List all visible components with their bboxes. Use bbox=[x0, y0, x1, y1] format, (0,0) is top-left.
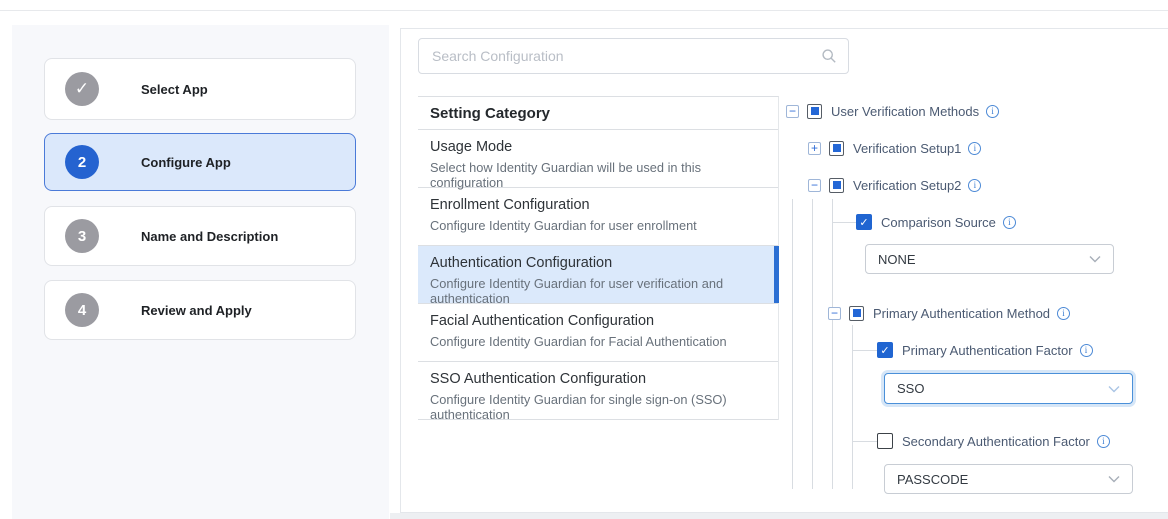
tree-node-label: Secondary Authentication Factor bbox=[902, 434, 1090, 449]
tree-node-label: Comparison Source bbox=[881, 215, 996, 230]
setting-item-authentication[interactable]: Authentication Configuration Configure I… bbox=[418, 246, 778, 304]
tree-node-verification-setup1: + Verification Setup1 i bbox=[808, 139, 981, 157]
setting-item-facial-authentication[interactable]: Facial Authentication Configuration Conf… bbox=[418, 304, 778, 362]
tree-guide-line bbox=[792, 199, 793, 489]
collapse-toggle-icon[interactable]: − bbox=[808, 179, 821, 192]
setting-category-list: Setting Category Usage Mode Select how I… bbox=[418, 96, 779, 420]
collapse-toggle-icon[interactable]: − bbox=[786, 105, 799, 118]
configuration-wizard: ✓ Select App 2 Configure App 3 Name and … bbox=[0, 0, 1168, 519]
verification-methods-tree: − User Verification Methods i + Verifica… bbox=[786, 29, 1168, 514]
setting-title: Authentication Configuration bbox=[430, 255, 764, 271]
info-icon[interactable]: i bbox=[968, 179, 981, 192]
info-icon[interactable]: i bbox=[1003, 216, 1016, 229]
stepper-panel: ✓ Select App 2 Configure App 3 Name and … bbox=[12, 25, 389, 519]
tree-node-comparison-source: ✓ Comparison Source i bbox=[856, 213, 1016, 231]
top-divider bbox=[0, 10, 1168, 11]
tree-guide-line bbox=[832, 199, 833, 489]
tree-node-primary-authentication-factor: ✓ Primary Authentication Factor i bbox=[877, 341, 1093, 359]
checked-checkbox[interactable]: ✓ bbox=[877, 342, 893, 358]
step-configure-app[interactable]: 2 Configure App bbox=[44, 133, 356, 191]
step-select-app[interactable]: ✓ Select App bbox=[44, 58, 356, 120]
indeterminate-checkbox[interactable] bbox=[807, 104, 822, 119]
indeterminate-checkbox[interactable] bbox=[829, 141, 844, 156]
setting-description: Configure Identity Guardian for user ver… bbox=[430, 276, 764, 306]
setting-item-usage-mode[interactable]: Usage Mode Select how Identity Guardian … bbox=[418, 130, 778, 188]
step-review-apply[interactable]: 4 Review and Apply bbox=[44, 280, 356, 340]
indeterminate-checkbox[interactable] bbox=[829, 178, 844, 193]
tree-node-label: Verification Setup1 bbox=[853, 141, 961, 156]
setting-description: Configure Identity Guardian for user enr… bbox=[430, 218, 764, 233]
tree-node-label: User Verification Methods bbox=[831, 104, 979, 119]
tree-node-user-verification-methods: − User Verification Methods i bbox=[786, 102, 999, 120]
indeterminate-checkbox[interactable] bbox=[849, 306, 864, 321]
tree-branch-line bbox=[852, 441, 877, 442]
tree-node-secondary-authentication-factor: Secondary Authentication Factor i bbox=[877, 432, 1110, 450]
setting-title: Enrollment Configuration bbox=[430, 197, 764, 213]
step-completed-circle: ✓ bbox=[65, 72, 99, 106]
step-name-description[interactable]: 3 Name and Description bbox=[44, 206, 356, 266]
step-label: Name and Description bbox=[141, 229, 278, 244]
unchecked-checkbox[interactable] bbox=[877, 433, 893, 449]
setting-title: Facial Authentication Configuration bbox=[430, 313, 764, 329]
step-label: Configure App bbox=[141, 155, 231, 170]
step-label: Select App bbox=[141, 82, 208, 97]
search-input[interactable] bbox=[418, 38, 849, 74]
setting-description: Configure Identity Guardian for single s… bbox=[430, 392, 764, 422]
selected-indicator-bar bbox=[774, 246, 779, 303]
dropdown-value: PASSCODE bbox=[897, 472, 1108, 487]
tree-node-label: Primary Authentication Method bbox=[873, 306, 1050, 321]
tree-guide-line bbox=[812, 199, 813, 489]
comparison-source-dropdown[interactable]: NONE bbox=[865, 244, 1114, 274]
tree-branch-line bbox=[832, 222, 856, 223]
setting-item-enrollment[interactable]: Enrollment Configuration Configure Ident… bbox=[418, 188, 778, 246]
setting-category-header: Setting Category bbox=[418, 97, 778, 130]
search-field-wrap bbox=[418, 38, 849, 74]
check-icon: ✓ bbox=[75, 79, 89, 99]
configuration-panel: Setting Category Usage Mode Select how I… bbox=[400, 28, 1168, 513]
chevron-down-icon bbox=[1108, 385, 1120, 393]
tree-node-verification-setup2: − Verification Setup2 i bbox=[808, 176, 981, 194]
setting-item-sso-authentication[interactable]: SSO Authentication Configuration Configu… bbox=[418, 362, 778, 420]
info-icon[interactable]: i bbox=[1057, 307, 1070, 320]
expand-toggle-icon[interactable]: + bbox=[808, 142, 821, 155]
primary-authentication-factor-dropdown[interactable]: SSO bbox=[884, 373, 1133, 404]
setting-title: Usage Mode bbox=[430, 139, 764, 155]
info-icon[interactable]: i bbox=[1080, 344, 1093, 357]
info-icon[interactable]: i bbox=[968, 142, 981, 155]
checked-checkbox[interactable]: ✓ bbox=[856, 214, 872, 230]
step-label: Review and Apply bbox=[141, 303, 252, 318]
step-number-circle: 2 bbox=[65, 145, 99, 179]
bottom-strip bbox=[390, 513, 1168, 519]
secondary-authentication-factor-dropdown[interactable]: PASSCODE bbox=[884, 464, 1133, 494]
collapse-toggle-icon[interactable]: − bbox=[828, 307, 841, 320]
tree-node-label: Verification Setup2 bbox=[853, 178, 961, 193]
tree-node-label: Primary Authentication Factor bbox=[902, 343, 1073, 358]
dropdown-value: NONE bbox=[878, 252, 1089, 267]
chevron-down-icon bbox=[1108, 475, 1120, 483]
step-number-circle: 4 bbox=[65, 293, 99, 327]
tree-node-primary-authentication-method: − Primary Authentication Method i bbox=[828, 304, 1070, 322]
setting-description: Select how Identity Guardian will be use… bbox=[430, 160, 764, 190]
dropdown-value: SSO bbox=[897, 381, 1108, 396]
tree-branch-line bbox=[852, 350, 877, 351]
step-number-circle: 3 bbox=[65, 219, 99, 253]
setting-description: Configure Identity Guardian for Facial A… bbox=[430, 334, 764, 349]
info-icon[interactable]: i bbox=[986, 105, 999, 118]
setting-title: SSO Authentication Configuration bbox=[430, 371, 764, 387]
chevron-down-icon bbox=[1089, 255, 1101, 263]
info-icon[interactable]: i bbox=[1097, 435, 1110, 448]
